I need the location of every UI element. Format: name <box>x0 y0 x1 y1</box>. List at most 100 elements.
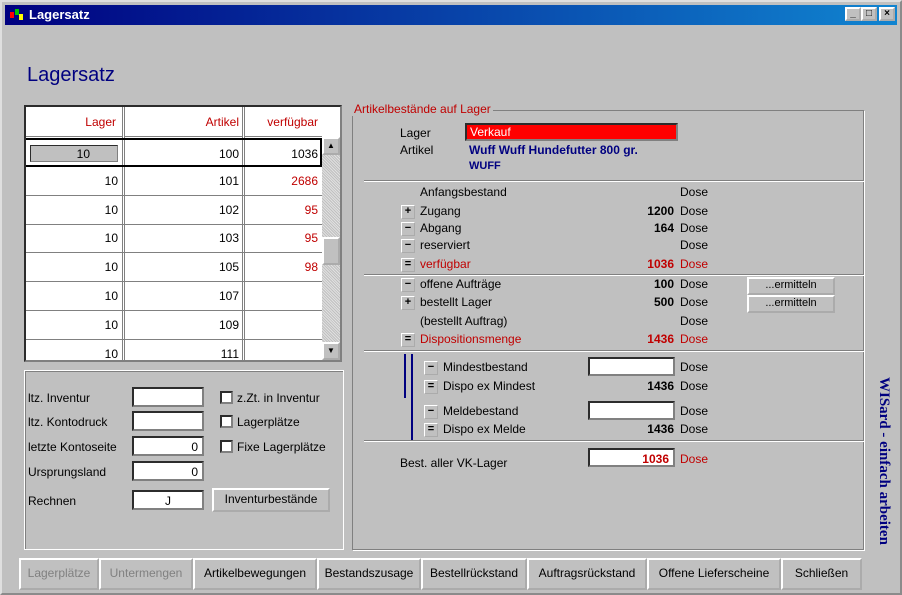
divider <box>364 440 864 442</box>
bestand-unit: Dose <box>680 221 709 235</box>
mindestbestand-field[interactable] <box>588 357 675 376</box>
rechnen-field[interactable]: J <box>132 490 204 510</box>
divider <box>364 350 864 352</box>
table-row[interactable]: 10 100 1036 <box>26 138 322 167</box>
auftragsrueckstand-button[interactable]: Auftragsrückstand <box>527 558 647 590</box>
bestand-label: Abgang <box>420 221 462 235</box>
artikelbestaende-group <box>352 110 864 550</box>
mindest-unit: Dose <box>680 422 709 436</box>
artikel-name: Wuff Wuff Hundefutter 800 gr. <box>469 143 638 157</box>
meldebestand-field[interactable] <box>588 401 675 420</box>
table-row[interactable]: 10 111 <box>26 340 322 360</box>
header-artikel[interactable]: Artikel <box>126 115 239 129</box>
table-row[interactable]: 10 107 <box>26 282 322 311</box>
mindest-unit: Dose <box>680 360 709 374</box>
bestand-unit: Dose <box>680 314 709 328</box>
scroll-thumb[interactable] <box>322 237 340 265</box>
inventur-checkbox[interactable] <box>220 391 233 404</box>
lagerplaetze-checkbox-label: Lagerplätze <box>237 415 300 429</box>
bestellrueckstand-button[interactable]: Bestellrückstand <box>421 558 527 590</box>
lager-label: Lager <box>400 126 431 140</box>
cell-artikel: 101 <box>218 173 239 188</box>
bestand-value: 100 <box>653 277 674 291</box>
cell-lager: 10 <box>104 202 118 217</box>
ermitteln-auftraege-button[interactable]: ...ermitteln <box>747 277 835 295</box>
ltz-kontodruck-field[interactable] <box>132 411 204 431</box>
bestand-label: Dispositionsmenge <box>420 332 522 346</box>
page-title: Lagersatz <box>27 64 115 86</box>
mindest-label: Mindestbestand <box>443 360 528 374</box>
cell-lager: 10 <box>104 289 118 303</box>
best-vk-value[interactable]: 1036 <box>588 448 675 467</box>
table-row[interactable]: 10 105 98 <box>26 253 322 283</box>
sign-icon: + <box>401 296 415 310</box>
bestand-label: bestellt Lager <box>420 295 493 309</box>
maximize-button[interactable]: □ <box>861 7 877 21</box>
bestand-label: reserviert <box>420 238 471 252</box>
mindest-label: Dispo ex Melde <box>443 422 526 436</box>
table-row[interactable]: 10 103 95 <box>26 224 322 254</box>
cell-lager: 10 <box>104 317 118 332</box>
lager-value-field[interactable]: Verkauf <box>465 123 678 141</box>
cell-verfuegbar: 2686 <box>291 173 318 188</box>
sign-icon: − <box>401 222 415 236</box>
scroll-down-icon[interactable]: ▼ <box>322 342 340 360</box>
cell-artikel: 109 <box>218 317 239 332</box>
table-row[interactable]: 10 109 <box>26 311 322 340</box>
table-row[interactable]: 10 102 95 <box>26 196 322 225</box>
bracket-line <box>411 354 413 440</box>
ltz-kontodruck-label: ltz. Kontodruck <box>28 415 108 429</box>
close-button[interactable]: × <box>879 7 895 21</box>
divider <box>364 180 864 182</box>
title-bar: Lagersatz _ □ × <box>5 5 897 25</box>
ursprungsland-label: Ursprungsland <box>28 465 107 479</box>
lagerplaetze-checkbox[interactable] <box>220 415 233 428</box>
lagersatz-window: Lagersatz _ □ × Lagersatz Lager Artikel … <box>0 0 902 595</box>
sign-icon: − <box>401 239 415 253</box>
bestand-value: 164 <box>653 221 674 235</box>
table-row[interactable]: 10 101 2686 <box>26 167 322 196</box>
app-icon <box>10 9 23 20</box>
ursprungsland-field[interactable]: 0 <box>132 461 204 481</box>
bestand-label: Anfangsbestand <box>420 185 507 199</box>
artikelbewegungen-button[interactable]: Artikelbewegungen <box>193 558 317 590</box>
minimize-button[interactable]: _ <box>845 7 861 21</box>
cell-artikel: 105 <box>218 260 239 275</box>
rechnen-label: Rechnen <box>28 494 77 508</box>
ltz-inventur-field[interactable] <box>132 387 204 407</box>
sign-icon: − <box>401 278 415 292</box>
cell-lager: 10 <box>76 147 90 161</box>
lagerplaetze-button[interactable]: Lagerplätze <box>19 558 99 590</box>
cell-verfuegbar: 1036 <box>291 147 318 161</box>
untermengen-button[interactable]: Untermengen <box>99 558 193 590</box>
offene-lieferscheine-button[interactable]: Offene Lieferscheine <box>647 558 781 590</box>
bestand-unit: Dose <box>680 238 709 252</box>
inventur-checkbox-label: z.Zt. in Inventur <box>237 391 320 405</box>
mindest-value: 1436 <box>647 422 674 436</box>
grid-scrollbar[interactable]: ▲ ▼ <box>322 137 340 360</box>
cell-lager: 10 <box>104 260 118 275</box>
scroll-up-icon[interactable]: ▲ <box>322 137 340 155</box>
fixe-lagerplaetze-checkbox[interactable] <box>220 440 233 453</box>
ermitteln-bestellt-button[interactable]: ...ermitteln <box>747 295 835 313</box>
bestand-value: 1036 <box>647 257 674 271</box>
group-legend: Artikelbestände auf Lager <box>352 102 493 116</box>
bracket-line <box>404 354 406 398</box>
inventurbestaende-button[interactable]: Inventurbestände <box>212 488 330 512</box>
cell-verfuegbar: 95 <box>304 202 318 217</box>
lager-grid[interactable]: Lager Artikel verfügbar 10 100 1036 10 101 26… <box>24 105 342 362</box>
bestand-value: 500 <box>653 295 674 309</box>
bestandszusage-button[interactable]: Bestandszusage <box>317 558 421 590</box>
sign-icon: = <box>424 423 438 437</box>
header-lager[interactable]: Lager <box>26 115 116 129</box>
bestand-unit: Dose <box>680 185 709 199</box>
cell-artikel: 102 <box>218 202 239 217</box>
bestand-unit: Dose <box>680 257 709 271</box>
letzte-kontoseite-field[interactable]: 0 <box>132 436 204 456</box>
mindest-label: Meldebestand <box>443 404 519 418</box>
artikel-kurz: WUFF <box>469 160 501 172</box>
schliessen-button[interactable]: Schließen <box>781 558 862 590</box>
header-verfuegbar[interactable]: verfügbar <box>248 115 318 129</box>
cell-artikel: 100 <box>218 147 239 161</box>
bestand-unit: Dose <box>680 204 709 218</box>
